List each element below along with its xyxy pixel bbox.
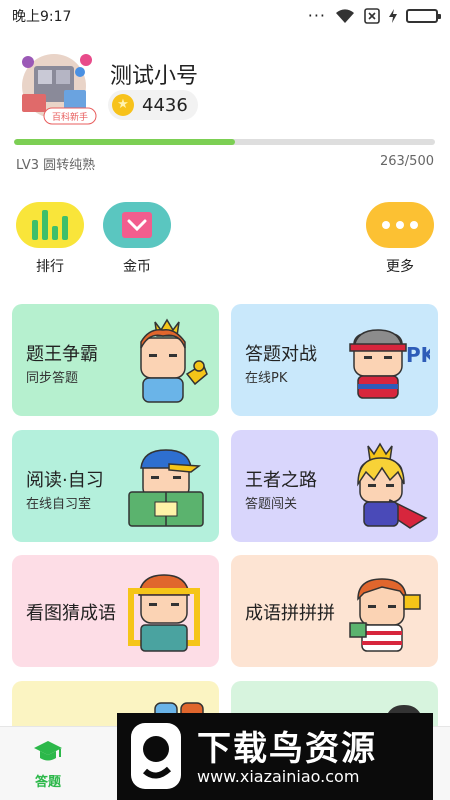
more-dots-icon — [379, 221, 421, 229]
coins-label: 金币 — [123, 259, 151, 275]
reading-book-character-icon — [128, 449, 204, 527]
more-pill — [366, 202, 434, 248]
card-title: 看图猜成语 — [26, 603, 116, 624]
coin-icon — [112, 94, 134, 116]
more-label: 更多 — [386, 259, 414, 275]
username: 测试小号 — [110, 64, 199, 89]
coins-pill — [103, 202, 171, 248]
watermark-title: 下载鸟资源 — [197, 729, 377, 769]
ranking-pill — [16, 202, 84, 248]
xp-count: 263/500 — [379, 154, 434, 169]
bar-chart-icon — [32, 210, 68, 240]
coin-balance: 4436 — [108, 90, 198, 120]
coins-button[interactable]: 金币 — [103, 202, 171, 276]
card-title: 王者之路 — [245, 470, 317, 491]
status-bar: 晚上9:17 ··· — [0, 0, 450, 32]
battery-icon — [406, 9, 441, 23]
puzzle-character-icon — [349, 578, 421, 652]
king-trophy-character-icon — [140, 318, 208, 403]
level-progress-bar — [14, 139, 435, 145]
svg-text:PK: PK — [406, 343, 430, 367]
card-guess-idiom[interactable]: 看图猜成语 — [12, 555, 219, 667]
level-label: LV3 圆转纯熟 — [16, 158, 96, 173]
avatar-badge: 百科新手 — [52, 111, 88, 123]
card-idiom-puzzle[interactable]: 成语拼拼拼 — [231, 555, 438, 667]
coin-count: 4436 — [142, 94, 188, 116]
card-subtitle: 在线自习室 — [26, 497, 92, 512]
card-subtitle: 答题闯关 — [245, 497, 298, 512]
status-icons: ··· — [307, 6, 441, 25]
coin-box-icon — [122, 212, 152, 238]
card-subtitle: 同步答题 — [26, 371, 79, 386]
card-title: 答题对战 — [245, 344, 317, 365]
card-title: 题王争霸 — [26, 344, 98, 365]
nav-item-quiz[interactable]: 答题 — [18, 739, 78, 790]
card-subtitle: 在线PK — [245, 371, 288, 386]
pk-fighter-character-icon: PK — [349, 329, 430, 399]
crowned-hero-character-icon — [357, 442, 428, 529]
ranking-label: 排行 — [36, 259, 64, 275]
card-title: 成语拼拼拼 — [245, 603, 335, 624]
picture-frame-character-icon — [128, 574, 200, 652]
level-progress-fill — [14, 139, 236, 145]
card-title: 阅读·自习 — [26, 470, 104, 491]
more-dots-icon: ··· — [307, 6, 326, 25]
bird-logo-icon — [131, 723, 181, 789]
watermark: 下载鸟资源 www.xiazainiao.com — [117, 713, 433, 800]
nav-label: 答题 — [34, 775, 61, 790]
app-screen: 晚上9:17 ··· 百科新手 测试小号 ★ 4436 LV3 圆转纯熟 263… — [0, 0, 450, 800]
wifi-icon — [336, 9, 354, 23]
charging-bolt-icon — [389, 9, 397, 23]
graduation-cap-icon — [34, 741, 62, 761]
sim-off-icon — [364, 8, 380, 24]
card-king-road[interactable]: 王者之路 答题闯关 — [231, 430, 438, 542]
card-quiz-king[interactable]: 题王争霸 同步答题 — [12, 304, 219, 416]
ranking-button[interactable]: 排行 — [16, 202, 84, 276]
watermark-url: www.xiazainiao.com — [197, 767, 360, 786]
avatar[interactable]: 百科新手 — [14, 50, 98, 130]
more-button[interactable]: 更多 — [366, 202, 434, 276]
card-pk-battle[interactable]: 答题对战 在线PK PK — [231, 304, 438, 416]
card-reading-study[interactable]: 阅读·自习 在线自习室 — [12, 430, 219, 542]
status-time: 晚上9:17 — [12, 9, 72, 25]
